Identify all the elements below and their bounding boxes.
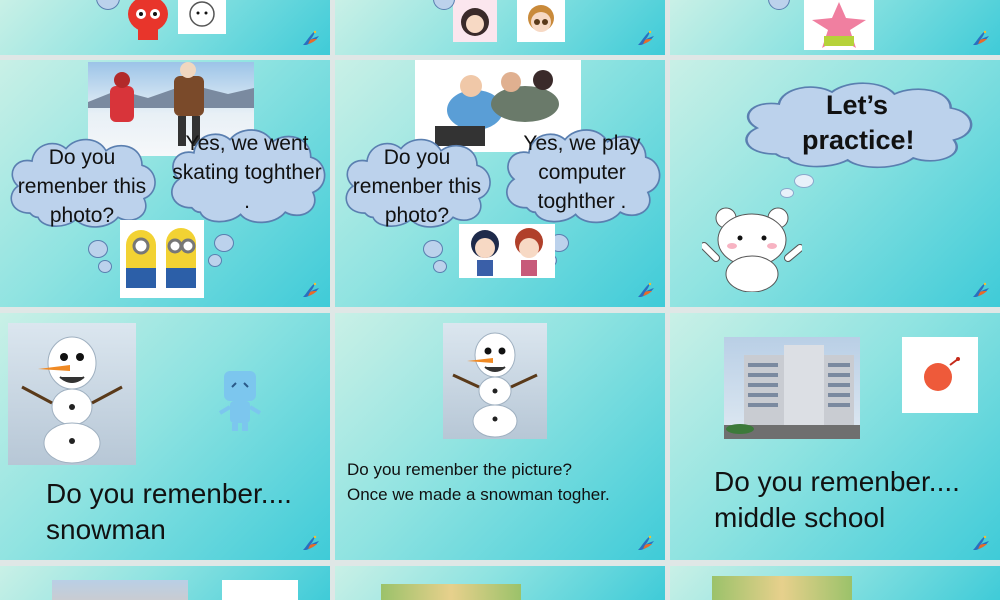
landscape-photo	[712, 576, 852, 600]
thought-cloud-practice: Let’s practice!	[732, 76, 982, 206]
snowman-olaf-image	[443, 323, 547, 439]
slide-thumbnail-7[interactable]: Do you remenber.... snowman	[0, 313, 330, 560]
slide-thumbnail-4[interactable]: Do you remenber this photo? Yes, we went…	[0, 60, 330, 307]
thought-cloud-fragment	[96, 0, 120, 10]
cloud-question-text: Do you remenber this photo?	[352, 146, 482, 227]
slide-thumbnail-12[interactable]	[670, 566, 1000, 600]
minions-image	[120, 220, 204, 298]
slide-thumbnail-1[interactable]	[0, 0, 330, 55]
bird-logo-icon	[300, 279, 322, 301]
cartoon-fox-image	[122, 0, 174, 42]
cartoon-cat-image	[178, 0, 226, 34]
school-building-photo	[724, 337, 860, 439]
starfish-character-image	[804, 0, 874, 50]
cloud-question-text: Do you remenber this photo?	[17, 146, 147, 227]
cloud-answer-text: Yes, we play computer toghther .	[523, 132, 641, 213]
school-building-photo	[52, 580, 188, 600]
bird-logo-icon	[635, 532, 657, 554]
thought-cloud-fragment	[768, 0, 790, 10]
bird-logo-icon	[635, 27, 657, 49]
blue-robot-icon	[216, 367, 264, 433]
landscape-photo	[381, 584, 521, 600]
bird-logo-icon	[300, 27, 322, 49]
slide-thumbnail-8[interactable]: Do you remenber the picture? Once we mad…	[335, 313, 665, 560]
thought-cloud-question: Do you remenber this photo?	[337, 132, 497, 307]
cloud-answer-text: Yes, we went skating toghther .	[172, 132, 322, 213]
cartoon-girl-image	[453, 0, 497, 42]
bird-logo-icon	[970, 279, 992, 301]
slide-thumbnail-2[interactable]	[335, 0, 665, 55]
cartoon-boy-image	[517, 0, 565, 42]
snowman-question-line2: Once we made a snowman togher.	[347, 485, 610, 504]
slide-thumbnail-9[interactable]: Do you remenber.... middle school	[670, 313, 1000, 560]
slide-thumbnail-10[interactable]	[0, 566, 330, 600]
slide-thumbnail-11[interactable]	[335, 566, 665, 600]
remember-prompt-line2: snowman	[46, 514, 166, 545]
slide-thumbnail-3[interactable]	[670, 0, 1000, 55]
practice-heading: Let’s practice!	[802, 90, 915, 156]
remember-prompt-line1: Do you remenber....	[46, 478, 292, 509]
snowman-olaf-image	[8, 323, 136, 465]
remember-prompt-line1: Do you remenber....	[714, 466, 960, 497]
bird-logo-icon	[970, 27, 992, 49]
slide-thumbnail-5[interactable]: Do you remenber this photo? Yes, we play…	[335, 60, 665, 307]
bird-logo-icon	[300, 532, 322, 554]
slide-thumbnail-6[interactable]: Let’s practice!	[670, 60, 1000, 307]
polar-bear-icon	[702, 206, 802, 292]
thought-cloud-fragment	[433, 0, 455, 10]
bird-logo-icon	[970, 532, 992, 554]
bird-logo-icon	[635, 279, 657, 301]
snowman-question-line1: Do you remenber the picture?	[347, 460, 572, 479]
cartoon-couple-image	[459, 224, 555, 278]
red-apple-image	[222, 580, 298, 600]
red-apple-image	[902, 337, 978, 413]
remember-prompt-line2: middle school	[714, 502, 886, 533]
